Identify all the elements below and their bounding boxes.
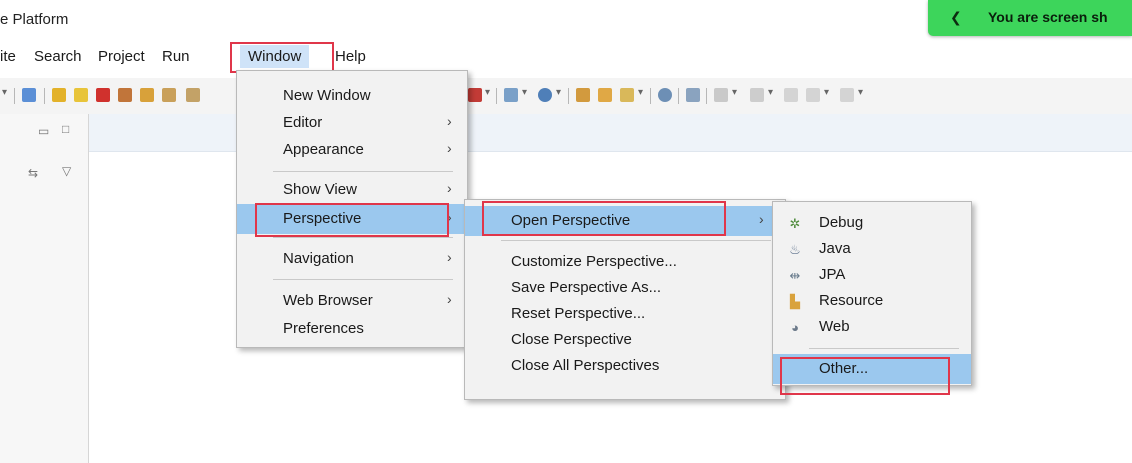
toolbar-separator <box>650 88 651 104</box>
previous-annotation-icon[interactable] <box>750 88 764 102</box>
new-project-icon[interactable] <box>538 88 552 102</box>
open-perspective-submenu: ✲ Debug ♨ Java ⇹ JPA ▙ Resource ◕ Web Ot… <box>772 201 972 386</box>
toolbar-separator <box>496 88 497 104</box>
suspend-icon[interactable] <box>74 88 88 102</box>
step-into-icon[interactable] <box>140 88 154 102</box>
menu-bar: ite Search Project Run Window Help <box>0 41 1132 71</box>
disconnect-icon[interactable] <box>118 88 132 102</box>
toolbar-separator <box>44 88 45 104</box>
package-icon[interactable] <box>598 88 612 102</box>
menu-item-editor[interactable]: Editor › <box>237 108 467 138</box>
menu-window[interactable]: Window <box>240 45 310 68</box>
last-edit-icon[interactable] <box>784 88 798 102</box>
pin-icon[interactable] <box>22 88 36 102</box>
web-icon: ◕ <box>791 320 799 335</box>
menu-item-appearance[interactable]: Appearance › <box>237 135 467 165</box>
screen-share-icon: ❮ <box>950 9 962 25</box>
chevron-right-icon: › <box>759 211 764 227</box>
menu-separator <box>809 348 959 349</box>
next-annotation-icon[interactable] <box>714 88 728 102</box>
open-type-icon[interactable] <box>504 88 518 102</box>
screen-share-text: You are screen sh <box>988 9 1108 25</box>
menu-item-show-view[interactable]: Show View › <box>237 175 467 205</box>
menu-search[interactable]: Search <box>34 48 82 65</box>
perspective-submenu: Open Perspective › Customize Perspective… <box>464 199 786 400</box>
annotation-icon[interactable] <box>686 88 700 102</box>
menu-item-open-perspective[interactable]: Open Perspective › <box>465 206 785 236</box>
dropdown-arrow-icon[interactable]: ▾ <box>638 87 643 98</box>
toolbar-separator <box>706 88 707 104</box>
toolbar-separator <box>14 88 15 104</box>
minimize-icon[interactable]: ▭ <box>38 124 49 138</box>
new-server-icon[interactable] <box>468 88 482 102</box>
menu-item-perspective[interactable]: Perspective › <box>237 204 467 234</box>
menu-item-close-all-perspectives[interactable]: Close All Perspectives <box>465 351 785 381</box>
back-icon[interactable] <box>806 88 820 102</box>
chevron-right-icon: › <box>447 249 452 265</box>
menu-help[interactable]: Help <box>335 48 366 65</box>
menu-item-web[interactable]: ◕ Web <box>773 312 971 342</box>
resource-icon: ▙ <box>790 294 800 309</box>
menu-navigate[interactable]: ite <box>0 48 16 65</box>
menu-separator <box>273 279 453 280</box>
dropdown-arrow-icon[interactable]: ▾ <box>768 87 773 98</box>
dropdown-arrow-icon[interactable]: ▾ <box>2 87 7 98</box>
menu-item-web-browser[interactable]: Web Browser › <box>237 286 467 316</box>
chevron-right-icon: › <box>447 291 452 307</box>
side-view-panel: ▭ □ ⇆ ▽ <box>0 114 89 463</box>
dropdown-arrow-icon[interactable]: ▾ <box>732 87 737 98</box>
resume-icon[interactable] <box>52 88 66 102</box>
step-over-icon[interactable] <box>162 88 176 102</box>
toolbar-separator <box>678 88 679 104</box>
screen-share-banner[interactable]: ❮ You are screen sh <box>928 0 1132 36</box>
menu-separator <box>501 240 771 241</box>
open-folder-icon[interactable] <box>576 88 590 102</box>
globe-icon[interactable] <box>658 88 672 102</box>
toolbar: ▾ ▾ ▾ ▾ ▾ ▾ ▾ ▾ ▾ <box>0 78 1132 114</box>
chevron-right-icon: › <box>447 180 452 196</box>
window-menu: New Window Editor › Appearance › Show Vi… <box>236 70 468 348</box>
window-title: e Platform <box>0 11 69 28</box>
menu-project[interactable]: Project <box>98 48 145 65</box>
menu-run[interactable]: Run <box>162 48 190 65</box>
jpa-icon: ⇹ <box>789 268 801 283</box>
dropdown-arrow-icon[interactable]: ▾ <box>824 87 829 98</box>
menu-separator <box>273 237 453 238</box>
maximize-icon[interactable]: □ <box>62 122 69 136</box>
menu-item-other[interactable]: Other... <box>773 354 971 384</box>
java-icon: ♨ <box>789 242 801 257</box>
terminate-icon[interactable] <box>96 88 110 102</box>
search-file-icon[interactable] <box>620 88 634 102</box>
view-toolbar-icon[interactable]: ⇆ <box>28 166 38 180</box>
step-return-icon[interactable] <box>186 88 200 102</box>
toolbar-separator <box>568 88 569 104</box>
chevron-right-icon: › <box>447 209 452 225</box>
dropdown-arrow-icon[interactable]: ▾ <box>556 87 561 98</box>
menu-item-navigation[interactable]: Navigation › <box>237 244 467 274</box>
title-bar: e Platform ❮ You are screen sh <box>0 0 1132 40</box>
chevron-right-icon: › <box>447 140 452 156</box>
chevron-right-icon: › <box>447 113 452 129</box>
debug-icon: ✲ <box>789 216 801 231</box>
view-menu-icon[interactable]: ▽ <box>62 164 71 178</box>
menu-item-new-window[interactable]: New Window <box>237 81 467 111</box>
dropdown-arrow-icon[interactable]: ▾ <box>522 87 527 98</box>
menu-item-preferences[interactable]: Preferences <box>237 314 467 344</box>
forward-icon[interactable] <box>840 88 854 102</box>
dropdown-arrow-icon[interactable]: ▾ <box>858 87 863 98</box>
menu-separator <box>273 171 453 172</box>
dropdown-arrow-icon[interactable]: ▾ <box>485 87 490 98</box>
